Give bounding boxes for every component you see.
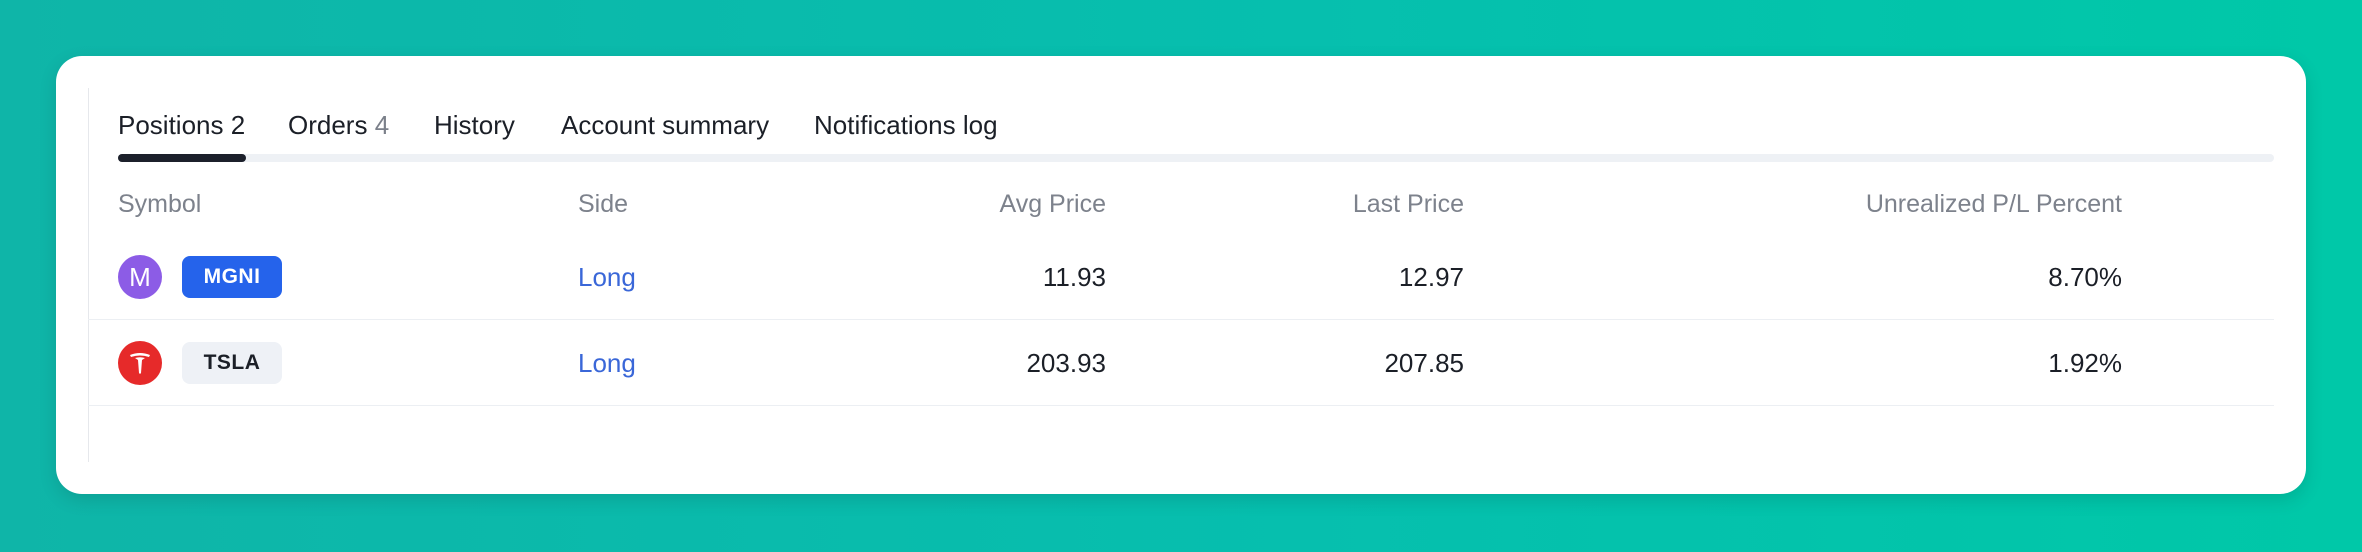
tab-label: History xyxy=(434,110,515,140)
tab-label: Account summary xyxy=(561,110,770,140)
positions-panel: Positions 2 Orders 4 History Account sum… xyxy=(56,56,2306,494)
tab-label: Orders xyxy=(288,110,368,140)
tesla-logo-icon xyxy=(118,341,162,385)
tab-count: 2 xyxy=(230,110,246,140)
symbol-chip[interactable]: TSLA xyxy=(182,342,282,384)
unrealized-pl-percent-value: 8.70% xyxy=(2048,262,2122,292)
tab-notifications-log[interactable]: Notifications log xyxy=(814,110,998,141)
avg-price-value: 203.93 xyxy=(1026,348,1106,378)
tab-history[interactable]: History xyxy=(434,110,515,141)
tab-orders[interactable]: Orders 4 xyxy=(288,110,389,141)
active-tab-underline xyxy=(118,154,246,162)
tab-count: 4 xyxy=(374,110,390,140)
column-header-avg-price[interactable]: Avg Price xyxy=(856,190,1106,219)
column-header-symbol[interactable]: Symbol xyxy=(118,190,201,219)
side-value[interactable]: Long xyxy=(578,262,636,293)
tab-track xyxy=(118,154,2274,162)
last-price-value: 207.85 xyxy=(1384,348,1464,378)
tab-account-summary[interactable]: Account summary xyxy=(561,110,769,141)
tab-label: Positions xyxy=(118,110,224,140)
tab-positions[interactable]: Positions 2 xyxy=(118,110,245,141)
last-price-value: 12.97 xyxy=(1398,262,1464,292)
column-header-side[interactable]: Side xyxy=(578,190,628,219)
row-divider xyxy=(88,405,2274,406)
row-divider xyxy=(88,319,2274,320)
tab-label: Notifications log xyxy=(814,110,998,140)
letter-m-icon: M xyxy=(118,255,162,299)
unrealized-pl-percent-value: 1.92% xyxy=(2048,348,2122,378)
side-value[interactable]: Long xyxy=(578,348,636,379)
symbol-chip[interactable]: MGNI xyxy=(182,256,282,298)
column-header-last-price[interactable]: Last Price xyxy=(1214,190,1464,219)
avg-price-value: 11.93 xyxy=(1042,262,1106,292)
column-header-unrealized-pl-percent[interactable]: Unrealized P/L Percent xyxy=(1716,190,2122,219)
